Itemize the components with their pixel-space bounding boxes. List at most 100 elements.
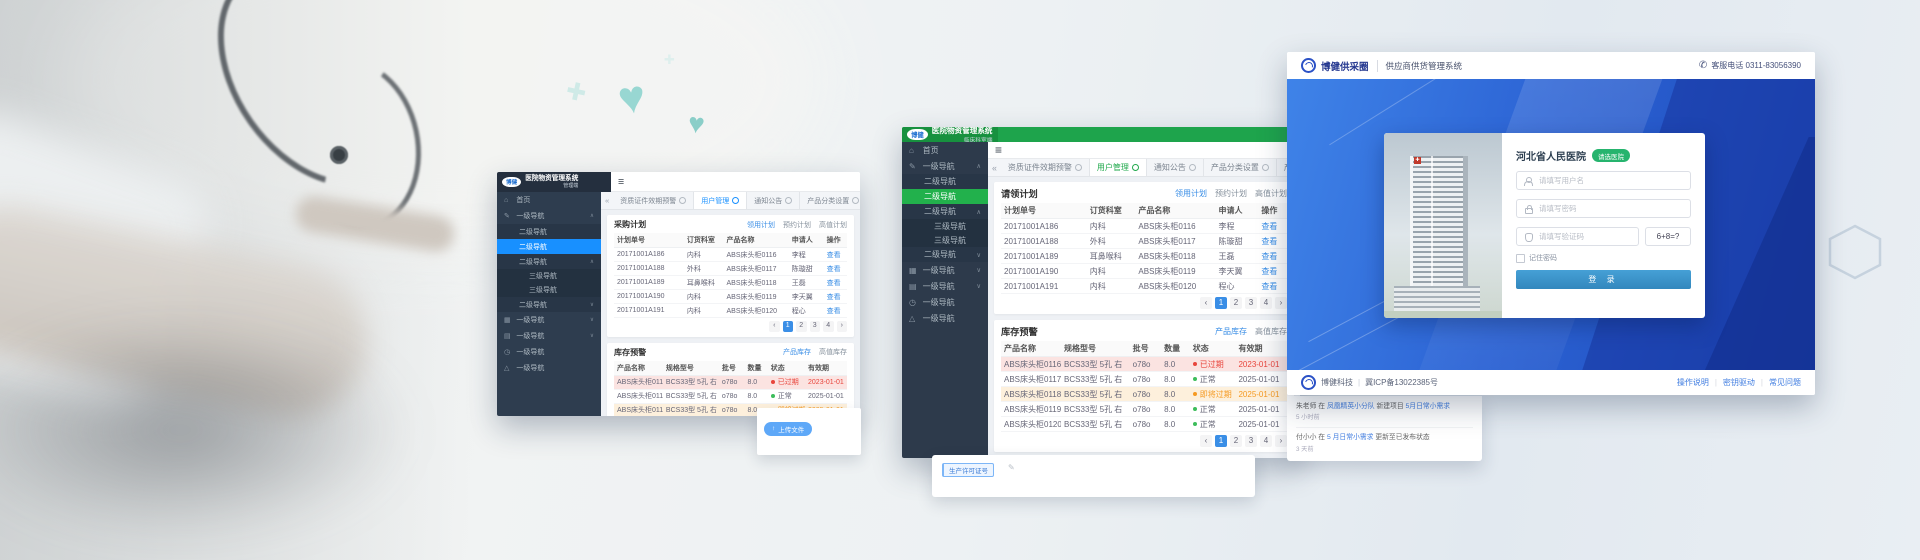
tab-user-management[interactable]: 用户管理 bbox=[694, 192, 747, 209]
view-link[interactable]: 查看 bbox=[827, 294, 841, 301]
status-text: 即将过期 bbox=[1200, 390, 1232, 399]
link-reservation-plan[interactable]: 预约计划 bbox=[1215, 188, 1247, 199]
remember-checkbox[interactable] bbox=[1516, 254, 1525, 263]
tab-notices[interactable]: 通知公告 bbox=[1147, 159, 1204, 176]
view-link[interactable]: 查看 bbox=[1261, 267, 1277, 276]
link-requisition-plan[interactable]: 领用计划 bbox=[747, 220, 775, 230]
sidebar-item-nav2[interactable]: 二级导航 bbox=[497, 224, 601, 239]
sidebar-item-nav3[interactable]: 三级导航 bbox=[902, 219, 988, 233]
feed-link[interactable]: 凤凰精英小分队 bbox=[1327, 403, 1375, 410]
sidebar-item-nav1[interactable]: ✎ 一级导航 ∧ bbox=[497, 208, 601, 224]
link-highvalue-plan[interactable]: 高值计划 bbox=[1255, 188, 1287, 199]
sidebar-item-nav2-active[interactable]: 二级导航 bbox=[497, 239, 601, 254]
tab-user-management[interactable]: 用户管理 bbox=[1090, 159, 1147, 176]
page-button-3[interactable]: 3 bbox=[1245, 297, 1257, 309]
page-button-1[interactable]: 1 bbox=[1215, 435, 1227, 447]
sidebar-item-nav3[interactable]: 三级导航 bbox=[497, 269, 601, 283]
link-highvalue-stock[interactable]: 高值库存 bbox=[819, 347, 847, 357]
prev-page-button[interactable]: ‹ bbox=[769, 321, 780, 332]
link-product-stock[interactable]: 产品库存 bbox=[783, 347, 811, 357]
password-input[interactable] bbox=[1537, 203, 1690, 214]
password-field[interactable] bbox=[1516, 199, 1691, 218]
tab-cert-expiry[interactable]: 资质证件效期预警 bbox=[1001, 159, 1090, 176]
sidebar-item-nav3[interactable]: 三级导航 bbox=[497, 283, 601, 297]
username-input[interactable] bbox=[1537, 175, 1690, 186]
view-link[interactable]: 查看 bbox=[827, 252, 841, 259]
link-reservation-plan[interactable]: 预约计划 bbox=[783, 220, 811, 230]
page-button-1[interactable]: 1 bbox=[1215, 297, 1227, 309]
hamburger-menu-icon[interactable]: ≡ bbox=[995, 143, 1002, 157]
sidebar-item-home[interactable]: ⌂ 首页 bbox=[902, 142, 988, 158]
sidebar-item-nav1[interactable]: △ 一级导航 bbox=[902, 310, 988, 326]
link-key-driver[interactable]: 密钥驱动 bbox=[1723, 377, 1755, 388]
col-header: 批号 bbox=[719, 361, 745, 376]
view-link[interactable]: 查看 bbox=[1261, 252, 1277, 261]
cell-status: 正常 bbox=[768, 389, 805, 403]
collapse-tabs-icon[interactable]: « bbox=[988, 159, 1001, 176]
view-link[interactable]: 查看 bbox=[827, 308, 841, 315]
feed-link[interactable]: 5月日常小需求 bbox=[1406, 403, 1451, 410]
sidebar-item-nav1[interactable]: ▤ 一级导航 ∨ bbox=[497, 328, 601, 344]
sidebar-item-nav1[interactable]: ◷ 一级导航 bbox=[902, 294, 988, 310]
view-link[interactable]: 查看 bbox=[1261, 237, 1277, 246]
license-tag[interactable]: 生产许可证号 bbox=[942, 463, 994, 477]
page-button-2[interactable]: 2 bbox=[1230, 435, 1242, 447]
captcha-input[interactable] bbox=[1537, 231, 1638, 242]
sidebar-item-nav2[interactable]: 二级导航∧ bbox=[902, 204, 988, 219]
next-page-button[interactable]: › bbox=[1275, 435, 1287, 447]
link-instructions[interactable]: 操作说明 bbox=[1677, 377, 1709, 388]
sidebar-item-nav1[interactable]: ▤ 一级导航 ∨ bbox=[902, 278, 988, 294]
cell-dept: 内科 bbox=[684, 304, 724, 318]
tab-product-category[interactable]: 产品分类设置 bbox=[800, 192, 860, 209]
hamburger-menu-icon[interactable]: ≡ bbox=[618, 176, 624, 188]
next-page-button[interactable]: › bbox=[1275, 297, 1287, 309]
sidebar-item-nav1[interactable]: ✎ 一级导航 ∧ bbox=[902, 158, 988, 174]
link-product-stock[interactable]: 产品库存 bbox=[1215, 326, 1247, 337]
login-button[interactable]: 登 录 bbox=[1516, 270, 1691, 289]
view-link[interactable]: 查看 bbox=[1261, 282, 1277, 291]
tab-notices[interactable]: 通知公告 bbox=[747, 192, 800, 209]
link-requisition-plan[interactable]: 领用计划 bbox=[1175, 188, 1207, 199]
sidebar-item-nav1[interactable]: ◷ 一级导航 bbox=[497, 344, 601, 360]
next-page-button[interactable]: › bbox=[837, 321, 848, 332]
sidebar-item-home[interactable]: ⌂ 首页 bbox=[497, 192, 601, 208]
sidebar-item-nav2[interactable]: 二级导航 bbox=[902, 174, 988, 189]
view-link[interactable]: 查看 bbox=[827, 266, 841, 273]
view-link[interactable]: 查看 bbox=[827, 280, 841, 287]
collage-stage: ♥ ♥ ✚ ✚ 博健 医院物资管理系统 管理端 ≡ ⌂ 首页 bbox=[0, 0, 1920, 560]
captcha-field[interactable] bbox=[1516, 227, 1639, 246]
feed-link[interactable]: 5 月日常小需求 bbox=[1327, 434, 1373, 441]
sidebar-item-nav3[interactable]: 三级导航 bbox=[902, 233, 988, 247]
tab-product-category[interactable]: 产品分类设置 bbox=[1204, 159, 1277, 176]
page-button-1[interactable]: 1 bbox=[783, 321, 794, 332]
page-button-2[interactable]: 2 bbox=[1230, 297, 1242, 309]
footer-icp: 冀ICP备13022385号 bbox=[1365, 377, 1438, 388]
username-field[interactable] bbox=[1516, 171, 1691, 190]
sidebar-item-nav1[interactable]: ▦ 一级导航 ∨ bbox=[497, 312, 601, 328]
upload-button[interactable]: ↑ 上传文件 bbox=[764, 422, 812, 436]
collapse-tabs-icon[interactable]: « bbox=[601, 192, 613, 209]
link-faq[interactable]: 常见问题 bbox=[1769, 377, 1801, 388]
sidebar-item-nav1[interactable]: ▦ 一级导航 ∨ bbox=[902, 262, 988, 278]
page-button-3[interactable]: 3 bbox=[810, 321, 821, 332]
sidebar-item-nav2[interactable]: 二级导航∨ bbox=[902, 247, 988, 262]
sidebar-item-nav2[interactable]: 二级导航∨ bbox=[497, 297, 601, 312]
page-button-4[interactable]: 4 bbox=[823, 321, 834, 332]
sidebar-item-nav2-active[interactable]: 二级导航 bbox=[902, 189, 988, 204]
page-button-4[interactable]: 4 bbox=[1260, 297, 1272, 309]
link-highvalue-plan[interactable]: 高值计划 bbox=[819, 220, 847, 230]
page-button-2[interactable]: 2 bbox=[796, 321, 807, 332]
tab-cert-expiry[interactable]: 资质证件效期预警 bbox=[613, 192, 694, 209]
edit-pencil-icon[interactable]: ✎ bbox=[1008, 463, 1015, 472]
hospital-badge[interactable]: 请选医院 bbox=[1592, 149, 1630, 162]
page-button-4[interactable]: 4 bbox=[1260, 435, 1272, 447]
page-button-3[interactable]: 3 bbox=[1245, 435, 1257, 447]
prev-page-button[interactable]: ‹ bbox=[1200, 435, 1212, 447]
prev-page-button[interactable]: ‹ bbox=[1200, 297, 1212, 309]
clinic-dashboard-window: 博健 医院物资管理系统 临床科室端 ⌂ 首页 ✎ 一级导航 ∧ 二 bbox=[902, 127, 1300, 458]
link-highvalue-stock[interactable]: 高值库存 bbox=[1255, 326, 1287, 337]
sidebar-item-nav2[interactable]: 二级导航∧ bbox=[497, 254, 601, 269]
captcha-challenge[interactable]: 6+8=? bbox=[1645, 227, 1691, 246]
sidebar-item-nav1[interactable]: △ 一级导航 bbox=[497, 360, 601, 376]
view-link[interactable]: 查看 bbox=[1261, 222, 1277, 231]
